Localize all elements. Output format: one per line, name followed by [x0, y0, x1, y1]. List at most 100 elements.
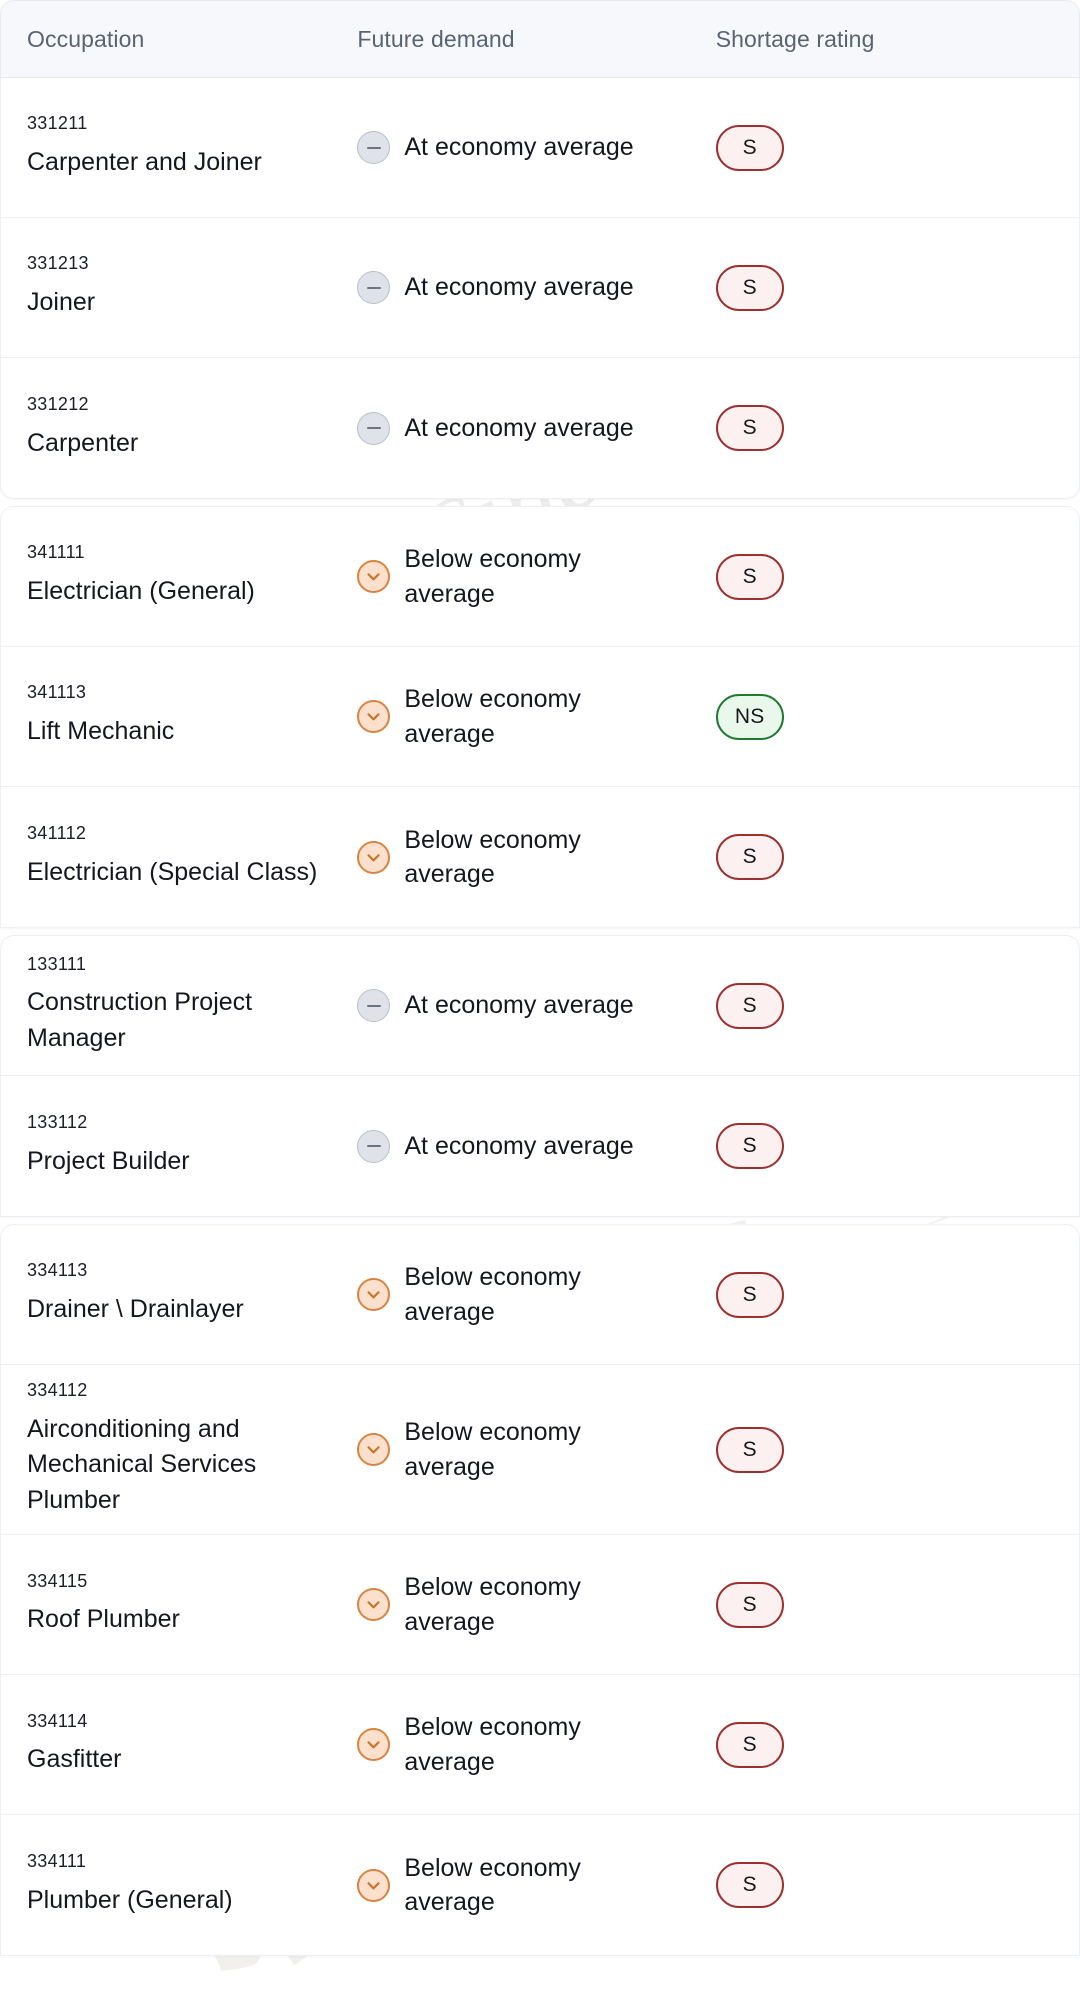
minus-circle-icon [357, 411, 391, 445]
status-badge: S [715, 1271, 784, 1318]
status-badge: S [715, 553, 784, 600]
occupation-name: Project Builder [27, 1146, 190, 1175]
occupation-code: 331211 [27, 113, 88, 134]
cell-future-demand: Below economy average [357, 1710, 715, 1779]
chevron-down-circle-icon [357, 1278, 391, 1311]
minus-circle-icon [357, 989, 391, 1022]
cell-future-demand: At economy average [357, 988, 715, 1023]
status-badge: S [715, 1426, 784, 1473]
occupation-code: 341111 [27, 542, 85, 563]
cell-shortage-rating: S [715, 982, 1079, 1029]
future-demand-label: Below economy average [404, 1263, 581, 1326]
occupation-shortage-table: Occupation Future demand Shortage rating… [0, 0, 1080, 1957]
cell-occupation: 341113 Lift Mechanic [1, 683, 357, 749]
cell-occupation: 341111 Electrician (General) [1, 543, 357, 609]
chevron-down-circle-icon [357, 1868, 391, 1902]
occupation-name: Drainer \ Drainlayer [27, 1295, 244, 1324]
occupation-code: 334114 [27, 1710, 88, 1731]
minus-circle-icon [357, 131, 391, 164]
cell-shortage-rating: S [715, 1426, 1079, 1473]
status-badge: S [715, 1721, 784, 1768]
table-row[interactable]: 334111 Plumber (General) Below economy a… [1, 1815, 1079, 1955]
table-row[interactable]: 334112 Airconditioning and Mechanical Se… [1, 1365, 1079, 1536]
cell-future-demand: At economy average [357, 411, 715, 446]
cell-shortage-rating: S [715, 1581, 1079, 1628]
cell-future-demand: Below economy average [357, 1260, 715, 1329]
future-demand-label: At economy average [404, 273, 634, 302]
cell-occupation: 331213 Joiner [1, 254, 357, 320]
cell-future-demand: Below economy average [357, 542, 715, 611]
table-row[interactable]: 133111 Construction Project Manager At e… [1, 936, 1079, 1076]
future-demand-label: Below economy average [404, 1573, 581, 1636]
cell-future-demand: At economy average [357, 270, 715, 305]
table-row[interactable]: 331212 Carpenter At economy average S [1, 358, 1079, 498]
cell-shortage-rating: S [715, 1123, 1079, 1169]
occupation-name: Electrician (Special Class) [27, 857, 318, 886]
table-row[interactable]: 331211 Carpenter and Joiner At economy a… [1, 78, 1079, 218]
minus-circle-icon [357, 1129, 391, 1163]
status-badge: S [715, 982, 784, 1029]
chevron-down-circle-icon [357, 840, 391, 874]
occupation-name: Joiner [27, 288, 96, 317]
occupation-code: 133112 [27, 1111, 88, 1132]
status-badge: S [715, 405, 784, 451]
table-row[interactable]: 334114 Gasfitter Below economy average S [1, 1675, 1079, 1816]
status-badge: S [715, 124, 784, 171]
future-demand-label: At economy average [404, 991, 634, 1020]
cell-shortage-rating: S [715, 405, 1079, 451]
occupation-code: 334113 [27, 1260, 88, 1281]
cell-occupation: 334111 Plumber (General) [1, 1851, 357, 1918]
cell-shortage-rating: S [715, 264, 1079, 311]
status-badge: NS [715, 693, 784, 740]
page-root: 教 育 学 器 留 学 教 器 Since 2007 Since 2007 Oc… [0, 0, 1080, 2003]
chevron-down-circle-icon [357, 1433, 391, 1467]
occupation-name: Lift Mechanic [27, 717, 175, 746]
table-group: 334113 Drainer \ Drainlayer Below econom… [0, 1224, 1080, 1957]
table-row[interactable]: 341111 Electrician (General) Below econo… [1, 507, 1079, 647]
cell-occupation: 133111 Construction Project Manager [1, 954, 357, 1057]
table-row[interactable]: 331213 Joiner At economy average S [1, 218, 1079, 358]
status-badge: S [715, 1581, 784, 1628]
cell-shortage-rating: S [715, 124, 1079, 171]
column-header-future-demand: Future demand [357, 25, 515, 52]
cell-shortage-rating: S [715, 1721, 1079, 1768]
future-demand-label: Below economy average [404, 685, 581, 748]
cell-shortage-rating: S [715, 834, 1079, 880]
future-demand-label: Below economy average [404, 1418, 581, 1481]
status-badge: S [715, 1123, 784, 1169]
cell-occupation: 331212 Carpenter [1, 394, 357, 461]
cell-future-demand: Below economy average [357, 823, 715, 892]
column-header-occupation: Occupation [27, 25, 145, 52]
cell-occupation: 331211 Carpenter and Joiner [1, 114, 357, 180]
cell-future-demand: At economy average [357, 130, 715, 165]
occupation-name: Construction Project Manager [27, 988, 253, 1052]
occupation-code: 341112 [27, 822, 87, 843]
future-demand-label: At economy average [404, 133, 634, 162]
occupation-code: 341113 [27, 682, 87, 703]
cell-future-demand: Below economy average [357, 1851, 715, 1920]
status-badge: S [715, 1862, 784, 1909]
cell-occupation: 133112 Project Builder [1, 1111, 357, 1179]
cell-occupation: 334113 Drainer \ Drainlayer [1, 1261, 357, 1327]
table-row[interactable]: 133112 Project Builder At economy averag… [1, 1076, 1079, 1216]
cell-shortage-rating: S [715, 1271, 1079, 1318]
cell-occupation: 334112 Airconditioning and Mechanical Se… [1, 1380, 357, 1518]
cell-shortage-rating: NS [715, 693, 1079, 740]
table-row[interactable]: 334115 Roof Plumber Below economy averag… [1, 1535, 1079, 1676]
future-demand-label: Below economy average [404, 1713, 581, 1776]
table-group: 331211 Carpenter and Joiner At economy a… [0, 78, 1080, 499]
future-demand-label: Below economy average [404, 545, 581, 608]
column-header-shortage-rating: Shortage rating [715, 25, 875, 52]
cell-occupation: 334114 Gasfitter [1, 1710, 357, 1778]
table-row[interactable]: 334113 Drainer \ Drainlayer Below econom… [1, 1225, 1079, 1365]
cell-shortage-rating: S [715, 553, 1079, 600]
table-row[interactable]: 341113 Lift Mechanic Below economy avera… [1, 647, 1079, 787]
table-row[interactable]: 341112 Electrician (Special Class) Below… [1, 787, 1079, 927]
occupation-name: Carpenter [27, 428, 139, 457]
status-badge: S [715, 834, 784, 880]
chevron-down-circle-icon [357, 560, 391, 593]
table-group: 133111 Construction Project Manager At e… [0, 935, 1080, 1217]
occupation-name: Plumber (General) [27, 1885, 233, 1914]
cell-future-demand: Below economy average [357, 682, 715, 751]
occupation-code: 331213 [27, 253, 89, 274]
